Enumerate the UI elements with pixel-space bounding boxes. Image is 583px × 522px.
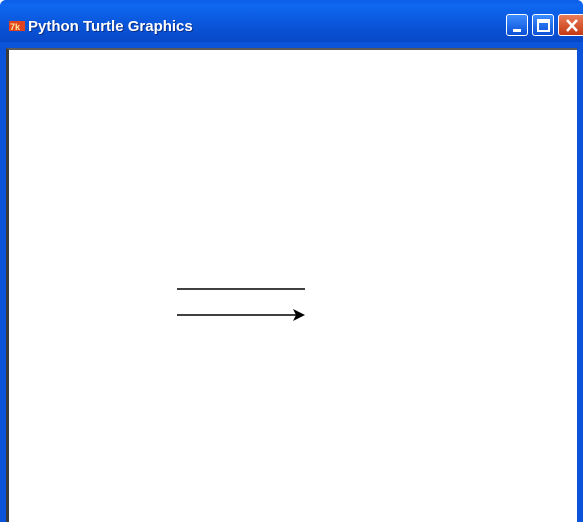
window-title: Python Turtle Graphics [28, 18, 193, 35]
title-bar[interactable]: 7k Python Turtle Graphics [0, 0, 583, 42]
close-icon [566, 19, 578, 32]
maximize-icon [537, 19, 550, 32]
turtle-drawing [177, 288, 305, 321]
maximize-button[interactable] [532, 14, 554, 36]
close-button[interactable] [558, 14, 583, 36]
turtle-window: 7k Python Turtle Graphics [0, 0, 583, 522]
turtle-canvas[interactable] [6, 48, 577, 522]
minimize-button[interactable] [506, 14, 528, 36]
minimize-icon [513, 29, 521, 32]
svg-text:7k: 7k [10, 22, 21, 32]
turtle-app-icon: 7k [9, 21, 25, 32]
